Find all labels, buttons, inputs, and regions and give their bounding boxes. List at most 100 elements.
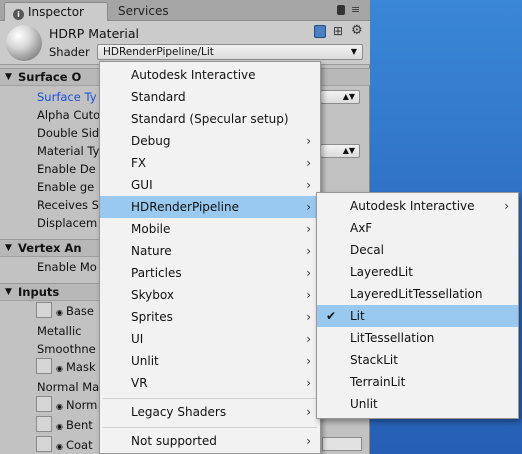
chevron-right-icon: ›	[306, 178, 311, 192]
prop-coat-mask: ◉ Coat	[56, 438, 93, 452]
menu-item-gui[interactable]: GUI ›	[100, 174, 320, 196]
shader-dropdown[interactable]: HDRenderPipeline/Lit ▼	[97, 44, 363, 60]
shader-label: Shader	[49, 45, 90, 59]
chevron-right-icon: ›	[306, 434, 311, 448]
tab-bar: i Inspector Services ≡	[0, 0, 370, 21]
material-preview-icon	[6, 25, 42, 61]
object-picker-icon[interactable]: ◉	[56, 402, 63, 411]
chevron-right-icon: ›	[306, 288, 311, 302]
section-title: Inputs	[18, 285, 60, 299]
menu-item-particles[interactable]: Particles ›	[100, 262, 320, 284]
chevron-right-icon: ›	[504, 199, 509, 213]
menu-item-sprites[interactable]: Sprites ›	[100, 306, 320, 328]
menu-item-vr[interactable]: VR ›	[100, 372, 320, 394]
menu-item-nature[interactable]: Nature ›	[100, 240, 320, 262]
prop-alpha-cutoff: Alpha Cuto	[37, 108, 101, 122]
submenu-item-layeredlittessellation[interactable]: LayeredLitTessellation	[317, 283, 518, 305]
info-icon: i	[13, 9, 24, 20]
prop-normal-map-space: Normal Ma	[37, 380, 100, 394]
chevron-right-icon: ›	[306, 222, 311, 236]
submenu-item-autodesk-interactive[interactable]: Autodesk Interactive ›	[317, 195, 518, 217]
submenu-item-axf[interactable]: AxF	[317, 217, 518, 239]
chevron-right-icon: ›	[306, 244, 311, 258]
prop-mask-map: ◉ Mask	[56, 360, 96, 374]
surface-type-select[interactable]: ▲▼	[320, 90, 360, 104]
chevron-right-icon: ›	[306, 354, 311, 368]
menu-separator	[103, 398, 317, 399]
menu-item-legacy-shaders[interactable]: Legacy Shaders ›	[100, 401, 320, 423]
menu-item-standard-specular[interactable]: Standard (Specular setup)	[100, 108, 320, 130]
menu-item-standard[interactable]: Standard	[100, 86, 320, 108]
prop-base-map: ◉ Base	[56, 304, 94, 318]
submenu-item-stacklit[interactable]: StackLit	[317, 349, 518, 371]
dropdown-arrow-icon: ▼	[350, 47, 357, 56]
submenu-item-lit[interactable]: ✔ Lit	[317, 305, 518, 327]
lock-icon[interactable]	[337, 5, 345, 15]
object-picker-icon[interactable]: ◉	[56, 422, 63, 431]
bent-normal-slot[interactable]	[36, 416, 52, 432]
object-picker-icon[interactable]: ◉	[56, 308, 63, 317]
section-title: Vertex An	[18, 241, 82, 255]
chevron-right-icon: ›	[306, 266, 311, 280]
material-name: HDRP Material	[49, 26, 140, 41]
prop-surface-type: Surface Ty	[37, 90, 97, 104]
tab-services[interactable]: Services	[110, 2, 200, 21]
prop-enable-motion: Enable Mo	[37, 260, 97, 274]
chevron-right-icon: ›	[306, 405, 311, 419]
help-book-icon[interactable]	[314, 25, 326, 38]
chevron-right-icon: ›	[306, 376, 311, 390]
chevron-right-icon: ›	[306, 156, 311, 170]
prop-smoothness: Smoothne	[37, 342, 96, 356]
menu-item-autodesk-interactive[interactable]: Autodesk Interactive	[100, 64, 320, 86]
menu-separator	[103, 427, 317, 428]
menu-item-ui[interactable]: UI ›	[100, 328, 320, 350]
submenu-item-terrainlit[interactable]: TerrainLit	[317, 371, 518, 393]
prop-enable-decals: Enable De	[37, 162, 96, 176]
prop-displacement: Displacem	[37, 216, 98, 230]
tab-inspector-label: Inspector	[28, 5, 84, 19]
triangle-down-icon: ▼	[5, 72, 12, 82]
menu-item-hdrenderpipeline[interactable]: HDRenderPipeline ›	[100, 196, 320, 218]
material-type-select[interactable]: ▲▼	[320, 144, 360, 158]
section-title: Surface O	[18, 70, 82, 84]
gear-icon[interactable]: ⚙	[351, 23, 363, 38]
shader-menu: Autodesk Interactive Standard Standard (…	[99, 61, 321, 454]
menu-item-skybox[interactable]: Skybox ›	[100, 284, 320, 306]
tab-inspector[interactable]: i Inspector	[4, 2, 108, 21]
coat-mask-field[interactable]	[322, 437, 362, 451]
menu-item-fx[interactable]: FX ›	[100, 152, 320, 174]
prop-receives-ssr: Receives S	[37, 198, 99, 212]
object-picker-icon[interactable]: ◉	[56, 442, 63, 451]
object-picker-icon[interactable]: ◉	[56, 364, 63, 373]
prop-bent-normal: ◉ Bent	[56, 418, 93, 432]
prop-double-sided: Double Sid	[37, 126, 100, 140]
menu-item-mobile[interactable]: Mobile ›	[100, 218, 320, 240]
normal-map-slot[interactable]	[36, 396, 52, 412]
prop-metallic: Metallic	[37, 324, 82, 338]
shader-dropdown-value: HDRenderPipeline/Lit	[103, 46, 214, 58]
submenu-item-decal[interactable]: Decal	[317, 239, 518, 261]
submenu-item-littessellation[interactable]: LitTessellation	[317, 327, 518, 349]
mask-map-slot[interactable]	[36, 358, 52, 374]
chevron-right-icon: ›	[306, 332, 311, 346]
submenu-item-layeredlit[interactable]: LayeredLit	[317, 261, 518, 283]
preset-icon[interactable]: ⊞	[333, 24, 343, 38]
base-map-slot[interactable]	[36, 302, 52, 318]
chevron-right-icon: ›	[306, 310, 311, 324]
check-icon: ✔	[326, 309, 337, 323]
chevron-right-icon: ›	[306, 200, 311, 214]
prop-enable-geometric: Enable ge	[37, 180, 95, 194]
prop-material-type: Material Ty	[37, 144, 100, 158]
tab-services-label: Services	[118, 4, 169, 18]
chevron-right-icon: ›	[306, 134, 311, 148]
menu-item-debug[interactable]: Debug ›	[100, 130, 320, 152]
tab-menu-icon[interactable]: ≡	[351, 4, 360, 16]
triangle-down-icon: ▼	[5, 243, 12, 253]
menu-item-not-supported[interactable]: Not supported ›	[100, 430, 320, 452]
hdrp-submenu: Autodesk Interactive › AxF Decal LayeredL…	[316, 192, 519, 419]
prop-normal-map: ◉ Norm	[56, 398, 98, 412]
submenu-item-unlit[interactable]: Unlit	[317, 393, 518, 415]
menu-item-unlit[interactable]: Unlit ›	[100, 350, 320, 372]
coat-mask-slot[interactable]	[36, 436, 52, 452]
material-header: HDRP Material Shader HDRenderPipeline/Li…	[0, 21, 370, 65]
